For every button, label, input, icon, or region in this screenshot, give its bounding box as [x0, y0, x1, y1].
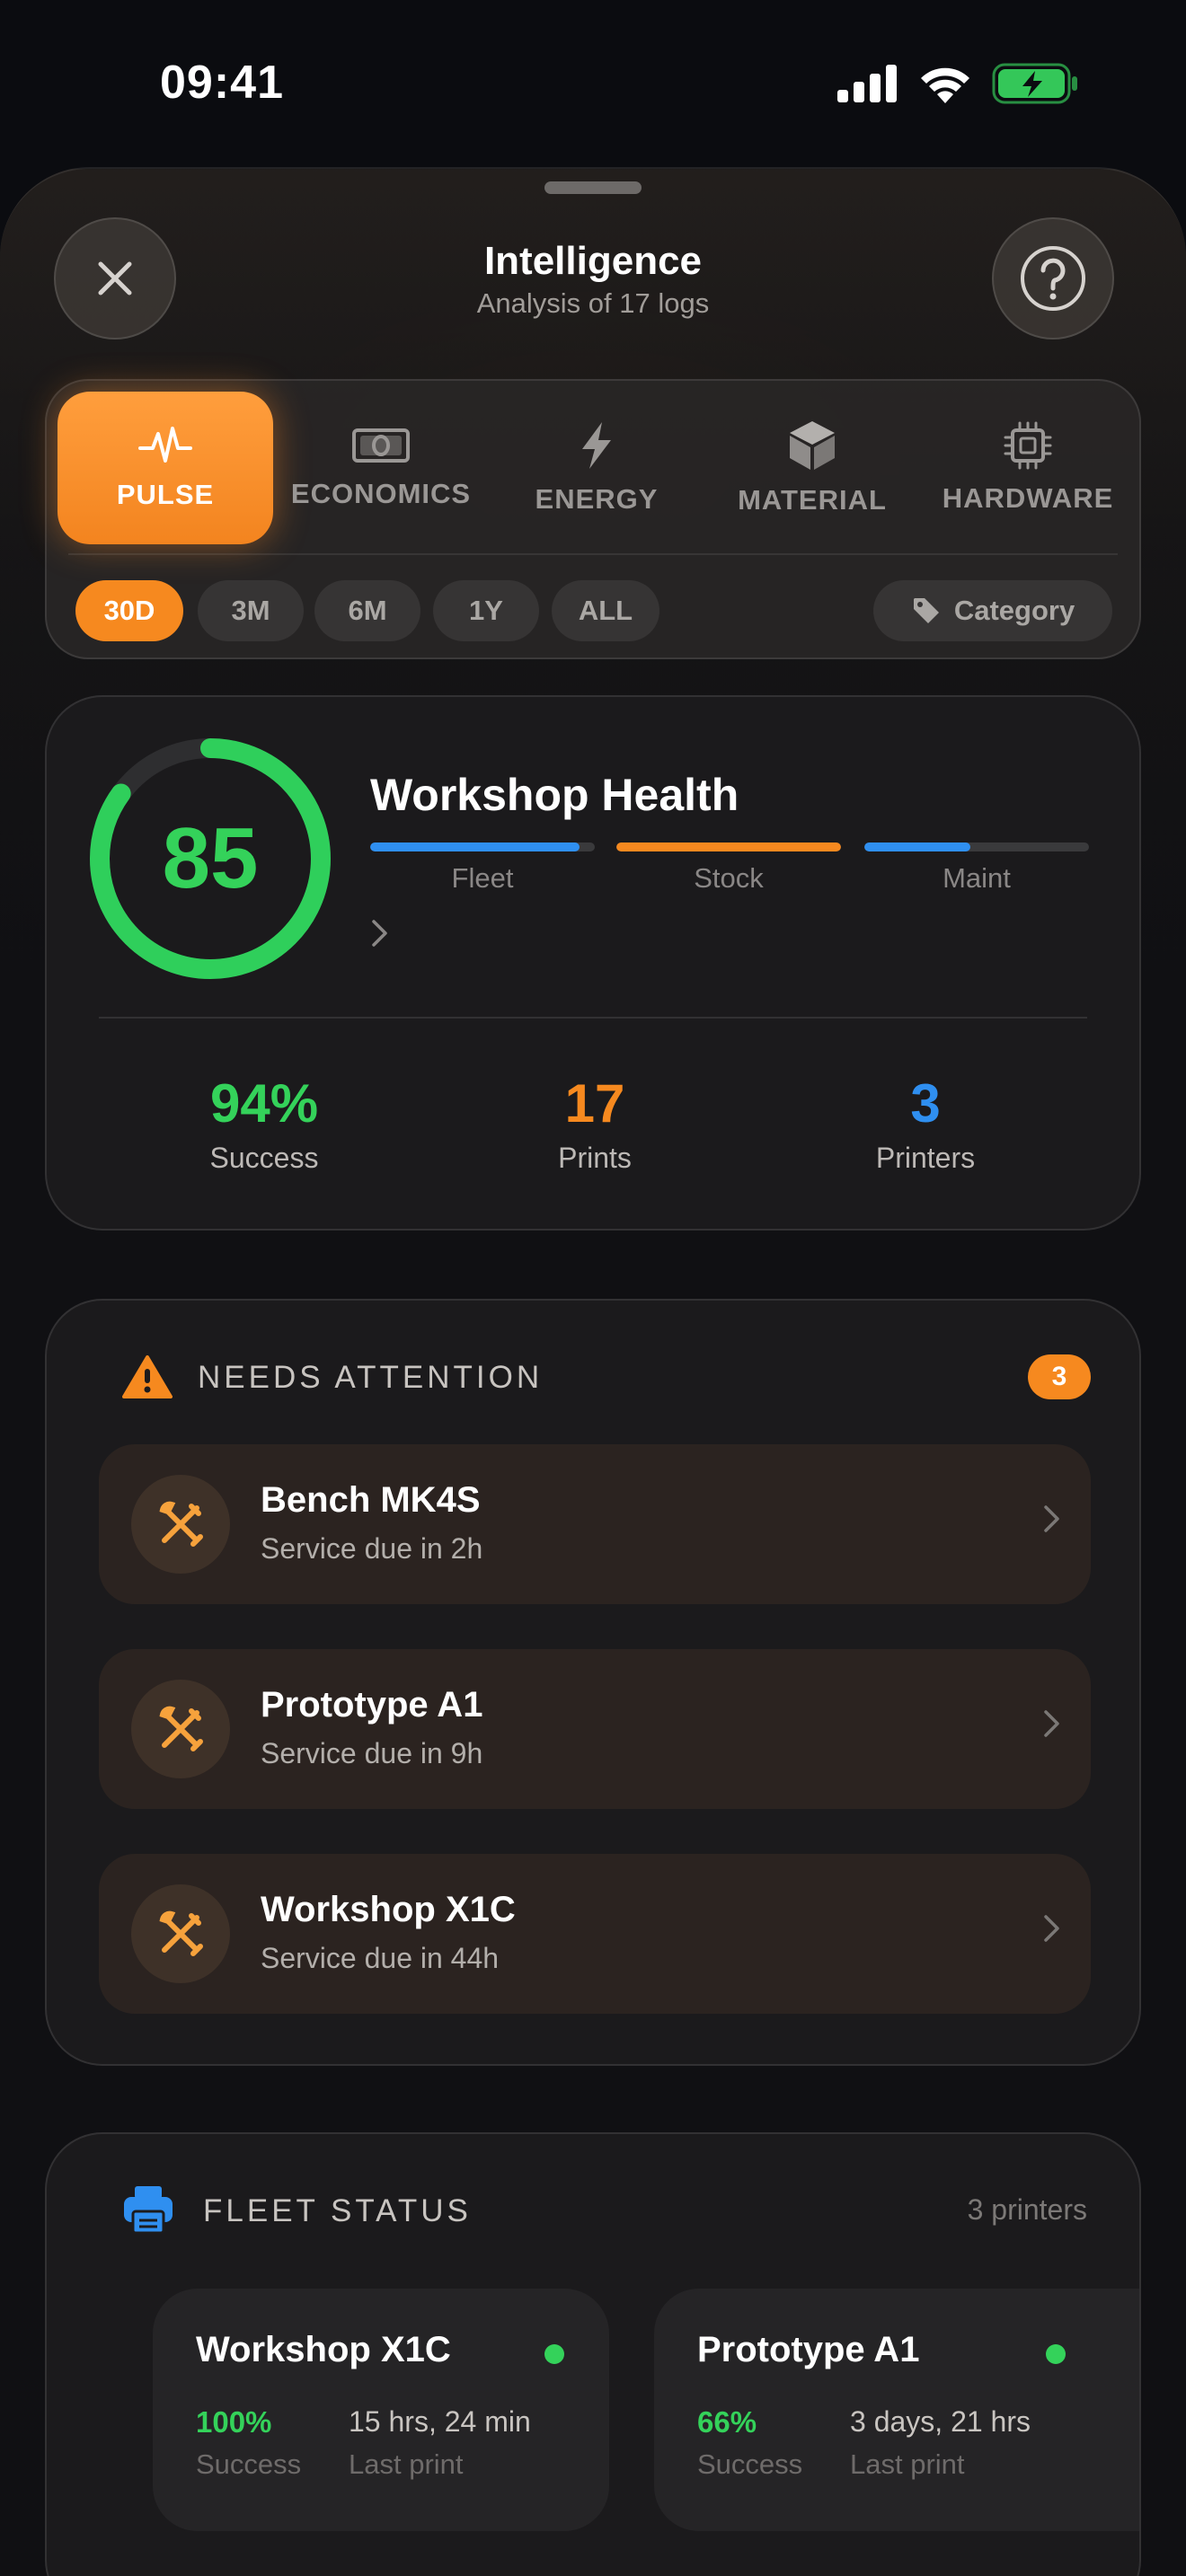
- tab-label: ENERGY: [535, 483, 659, 515]
- chevron-right-icon[interactable]: [370, 918, 390, 948]
- pulse-icon: [138, 427, 192, 463]
- wrench-screwdriver-icon: [131, 1680, 230, 1778]
- chevron-right-icon: [1044, 1505, 1059, 1532]
- chevron-right-icon: [1044, 1915, 1059, 1942]
- attention-item[interactable]: Bench MK4S Service due in 2h: [99, 1444, 1091, 1604]
- printer-success-value: 66%: [697, 2405, 757, 2439]
- printer-last-print-label: Last print: [349, 2448, 464, 2480]
- attention-item[interactable]: Prototype A1 Service due in 9h: [99, 1649, 1091, 1809]
- stat-label: Printers: [875, 1142, 976, 1174]
- money-icon: [352, 428, 410, 463]
- stat-label: Prints: [558, 1142, 632, 1174]
- chip-icon: [1004, 421, 1052, 470]
- health-score-value: 85: [162, 810, 259, 906]
- status-icons: [837, 63, 1078, 104]
- tab-label: ECONOMICS: [290, 478, 472, 509]
- tabs-panel: PULSE ECONOMICS ENERGY MATERIAL HARDWARE: [45, 379, 1141, 659]
- printer-card[interactable]: Workshop X1C 100% 15 hrs, 24 min Success…: [153, 2289, 609, 2531]
- maint-bar-fill: [864, 842, 970, 851]
- attention-item-detail: Service due in 44h: [261, 1942, 500, 1974]
- range-chip-3m[interactable]: 3M: [198, 580, 304, 641]
- page-subtitle: Analysis of 17 logs: [476, 287, 710, 319]
- page-title: Intelligence: [483, 239, 703, 283]
- needs-attention-card: NEEDS ATTENTION 3 Bench MK4S Service due…: [45, 1299, 1141, 2066]
- online-status-dot: [544, 2344, 564, 2364]
- tab-label: PULSE: [116, 479, 215, 510]
- maint-bar: [864, 842, 1089, 851]
- section-title: FLEET STATUS: [203, 2193, 472, 2228]
- stat-value: 94%: [209, 1073, 319, 1134]
- fleet-bar: [370, 842, 595, 851]
- printer-last-print-label: Last print: [850, 2448, 965, 2480]
- signal-icon: [837, 65, 897, 102]
- category-label: Category: [953, 595, 1075, 626]
- stock-bar-label: Stock: [694, 862, 764, 894]
- tab-hardware[interactable]: HARDWARE: [920, 392, 1136, 544]
- printer-count: 3 printers: [967, 2193, 1087, 2226]
- stat-value: 17: [564, 1073, 625, 1134]
- fleet-bar-fill: [370, 842, 580, 851]
- battery-icon: [992, 63, 1077, 104]
- printer-icon: [124, 2186, 173, 2235]
- fleet-status-card: FLEET STATUS 3 printers Workshop X1C 100…: [45, 2132, 1141, 2576]
- attention-count-badge: 3: [1028, 1354, 1091, 1399]
- printer-last-print-value: 15 hrs, 24 min: [349, 2405, 531, 2438]
- printer-name: Prototype A1: [697, 2330, 920, 2369]
- online-status-dot: [1046, 2344, 1066, 2364]
- status-time: 09:41: [160, 57, 284, 109]
- tab-material[interactable]: MATERIAL: [704, 392, 920, 544]
- tab-label: MATERIAL: [738, 484, 887, 516]
- wrench-screwdriver-icon: [131, 1884, 230, 1983]
- printer-success-label: Success: [196, 2448, 302, 2480]
- stock-bar: [616, 842, 841, 851]
- wrench-screwdriver-icon: [131, 1475, 230, 1574]
- printer-success-label: Success: [697, 2448, 803, 2480]
- range-chip-30d[interactable]: 30D: [75, 580, 183, 641]
- range-chip-all[interactable]: ALL: [552, 580, 659, 641]
- printer-last-print-value: 3 days, 21 hrs: [850, 2405, 1031, 2438]
- stat-success: 94% Success: [147, 1072, 381, 1175]
- attention-item-name: Bench MK4S: [261, 1480, 481, 1520]
- printer-success-value: 100%: [196, 2405, 272, 2439]
- stat-value: 3: [910, 1073, 941, 1134]
- warning-icon: [122, 1355, 173, 1398]
- stat-printers: 3 Printers: [809, 1072, 1042, 1175]
- attention-item-name: Prototype A1: [261, 1685, 483, 1725]
- tab-pulse[interactable]: PULSE: [58, 392, 273, 544]
- attention-item-detail: Service due in 2h: [261, 1532, 483, 1565]
- attention-item-name: Workshop X1C: [261, 1890, 516, 1929]
- cube-icon: [790, 421, 835, 470]
- wifi-icon: [921, 67, 969, 103]
- tab-energy[interactable]: ENERGY: [489, 392, 704, 544]
- chevron-right-icon: [1044, 1710, 1059, 1737]
- tab-economics[interactable]: ECONOMICS: [273, 392, 489, 544]
- range-chip-6m[interactable]: 6M: [314, 580, 420, 641]
- category-filter-button[interactable]: Category: [873, 580, 1112, 641]
- tab-label: HARDWARE: [942, 482, 1114, 514]
- divider: [68, 553, 1118, 555]
- attention-item-detail: Service due in 9h: [261, 1737, 483, 1769]
- stat-label: Success: [209, 1142, 319, 1174]
- tag-icon: [913, 598, 939, 623]
- printer-card[interactable]: Prototype A1 66% 3 days, 21 hrs Success …: [654, 2289, 1139, 2531]
- maint-bar-label: Maint: [943, 862, 1011, 894]
- divider: [99, 1017, 1087, 1019]
- health-title: Workshop Health: [370, 770, 739, 820]
- stat-prints: 17 Prints: [478, 1072, 712, 1175]
- printer-name: Workshop X1C: [196, 2330, 451, 2369]
- range-chip-1y[interactable]: 1Y: [433, 580, 539, 641]
- attention-item[interactable]: Workshop X1C Service due in 44h: [99, 1854, 1091, 2014]
- section-title: NEEDS ATTENTION: [198, 1360, 544, 1395]
- bolt-icon: [582, 422, 611, 469]
- fleet-bar-label: Fleet: [451, 862, 514, 894]
- workshop-health-card[interactable]: 85 Workshop Health Fleet Stock Maint 94%…: [45, 695, 1141, 1231]
- sheet-grabber[interactable]: [544, 181, 642, 194]
- stock-bar-fill: [616, 842, 841, 851]
